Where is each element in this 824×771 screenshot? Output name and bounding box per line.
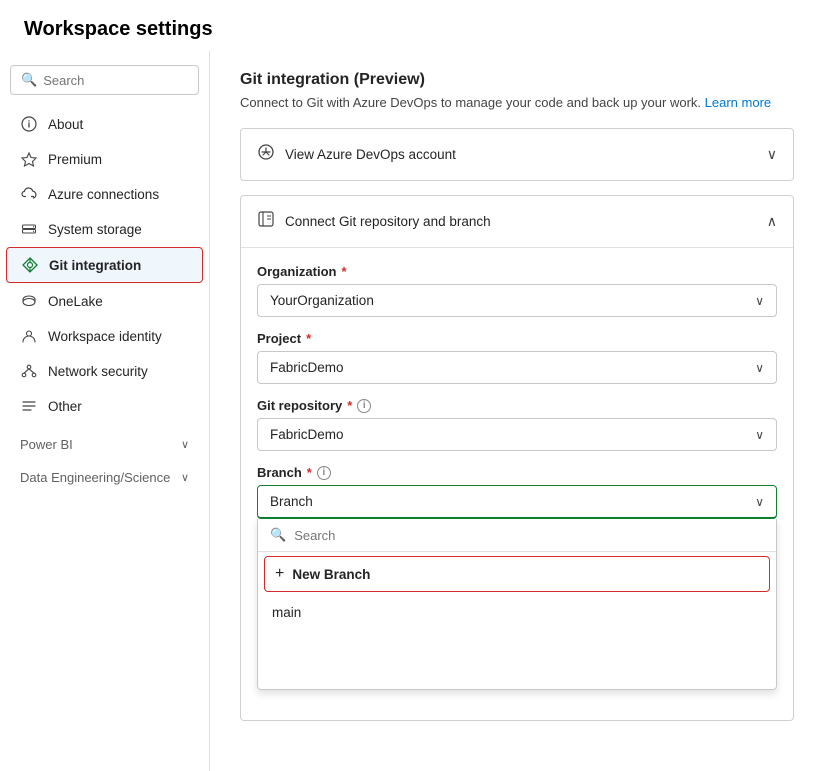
- sidebar-item-premium[interactable]: Premium: [6, 142, 203, 176]
- sidebar-item-azure-connections[interactable]: Azure connections: [6, 177, 203, 211]
- info-icon: [20, 115, 38, 133]
- identity-icon: [20, 327, 38, 345]
- git-repository-label: Git repository * i: [257, 398, 777, 413]
- plus-icon: +: [275, 565, 284, 583]
- branch-search-input[interactable]: [294, 528, 764, 543]
- other-icon: [20, 397, 38, 415]
- project-label: Project *: [257, 331, 777, 346]
- search-input[interactable]: [43, 73, 188, 88]
- sidebar: 🔍 About: [0, 51, 210, 771]
- sidebar-item-other-label: Other: [48, 399, 82, 414]
- azure-devops-panel: View Azure DevOps account ∨: [240, 128, 794, 181]
- chevron-down-icon-2: ∨: [181, 471, 189, 484]
- network-icon: [20, 362, 38, 380]
- organization-chevron-icon: ∨: [755, 294, 764, 308]
- branch-info-icon[interactable]: i: [317, 466, 331, 480]
- onelake-icon: [20, 292, 38, 310]
- branch-required: *: [307, 465, 312, 480]
- search-icon: 🔍: [21, 72, 37, 88]
- dropdown-spacer: [258, 629, 776, 689]
- premium-icon: [20, 150, 38, 168]
- sidebar-item-network-label: Network security: [48, 364, 148, 379]
- sidebar-item-git-label: Git integration: [49, 258, 141, 273]
- branch-value: Branch: [270, 494, 313, 509]
- new-branch-label: New Branch: [292, 567, 370, 582]
- git-repository-info-icon[interactable]: i: [357, 399, 371, 413]
- git-repository-required: *: [347, 398, 352, 413]
- sidebar-item-workspace-identity[interactable]: Workspace identity: [6, 319, 203, 353]
- git-repo-panel: Connect Git repository and branch ∧ Orga…: [240, 195, 794, 721]
- content-area: Git integration (Preview) Connect to Git…: [210, 51, 824, 771]
- main-content: 🔍 About: [0, 51, 824, 771]
- project-required: *: [306, 331, 311, 346]
- branch-dropdown[interactable]: Branch ∨: [257, 485, 777, 519]
- panel1-chevron-icon: ∨: [767, 146, 777, 163]
- azure-devops-label: View Azure DevOps account: [285, 147, 456, 162]
- organization-value: YourOrganization: [270, 293, 374, 308]
- sidebar-item-git-integration[interactable]: Git integration: [6, 247, 203, 283]
- git-icon: [21, 256, 39, 274]
- learn-more-link[interactable]: Learn more: [705, 95, 771, 110]
- sidebar-item-onelake[interactable]: OneLake: [6, 284, 203, 318]
- git-repo-header-left: Connect Git repository and branch: [257, 210, 491, 233]
- devops-icon: [257, 143, 275, 166]
- page-title: Workspace settings: [0, 0, 824, 51]
- git-repo-header[interactable]: Connect Git repository and branch ∧: [241, 196, 793, 247]
- azure-devops-header-left: View Azure DevOps account: [257, 143, 456, 166]
- project-value: FabricDemo: [270, 360, 344, 375]
- sidebar-item-about[interactable]: About: [6, 107, 203, 141]
- project-dropdown[interactable]: FabricDemo ∨: [257, 351, 777, 384]
- app-layout: Workspace settings 🔍 About: [0, 0, 824, 771]
- branch-search-box[interactable]: 🔍: [258, 519, 776, 552]
- branch-item-main[interactable]: main: [258, 596, 776, 629]
- sidebar-item-premium-label: Premium: [48, 152, 102, 167]
- organization-dropdown[interactable]: YourOrganization ∨: [257, 284, 777, 317]
- git-repository-chevron-icon: ∨: [755, 428, 764, 442]
- content-title: Git integration (Preview): [240, 71, 794, 89]
- section-data-engineering[interactable]: Data Engineering/Science ∨: [6, 460, 203, 489]
- sidebar-item-network-security[interactable]: Network security: [6, 354, 203, 388]
- sidebar-item-azure-label: Azure connections: [48, 187, 159, 202]
- sidebar-item-workspace-identity-label: Workspace identity: [48, 329, 162, 344]
- sidebar-item-system-storage-label: System storage: [48, 222, 142, 237]
- git-repository-field: Git repository * i FabricDemo ∨: [257, 398, 777, 451]
- project-field: Project * FabricDemo ∨: [257, 331, 777, 384]
- organization-required: *: [341, 264, 346, 279]
- branch-chevron-icon: ∨: [755, 495, 764, 509]
- storage-icon: [20, 220, 38, 238]
- panel2-chevron-icon: ∧: [767, 213, 777, 230]
- chevron-down-icon: ∨: [181, 438, 189, 451]
- branch-search-icon: 🔍: [270, 527, 286, 543]
- branch-label: Branch * i: [257, 465, 777, 480]
- organization-label: Organization *: [257, 264, 777, 279]
- branch-dropdown-menu: 🔍 + New Branch main: [257, 519, 777, 690]
- section-power-bi[interactable]: Power BI ∨: [6, 427, 203, 456]
- search-box[interactable]: 🔍: [10, 65, 199, 95]
- section-power-bi-label: Power BI: [20, 437, 73, 452]
- content-subtitle: Connect to Git with Azure DevOps to mana…: [240, 95, 794, 110]
- cloud-icon: [20, 185, 38, 203]
- new-branch-button[interactable]: + New Branch: [264, 556, 770, 592]
- azure-devops-header[interactable]: View Azure DevOps account ∨: [241, 129, 793, 180]
- git-repository-value: FabricDemo: [270, 427, 344, 442]
- sidebar-item-about-label: About: [48, 117, 83, 132]
- project-chevron-icon: ∨: [755, 361, 764, 375]
- git-repo-label: Connect Git repository and branch: [285, 214, 491, 229]
- sidebar-item-onelake-label: OneLake: [48, 294, 103, 309]
- section-data-engineering-label: Data Engineering/Science: [20, 470, 170, 485]
- sidebar-item-system-storage[interactable]: System storage: [6, 212, 203, 246]
- git-repository-dropdown[interactable]: FabricDemo ∨: [257, 418, 777, 451]
- organization-field: Organization * YourOrganization ∨: [257, 264, 777, 317]
- sidebar-item-other[interactable]: Other: [6, 389, 203, 423]
- repo-icon: [257, 210, 275, 233]
- branch-field: Branch * i Branch ∨ 🔍: [257, 465, 777, 690]
- git-repo-body: Organization * YourOrganization ∨ Projec…: [241, 247, 793, 720]
